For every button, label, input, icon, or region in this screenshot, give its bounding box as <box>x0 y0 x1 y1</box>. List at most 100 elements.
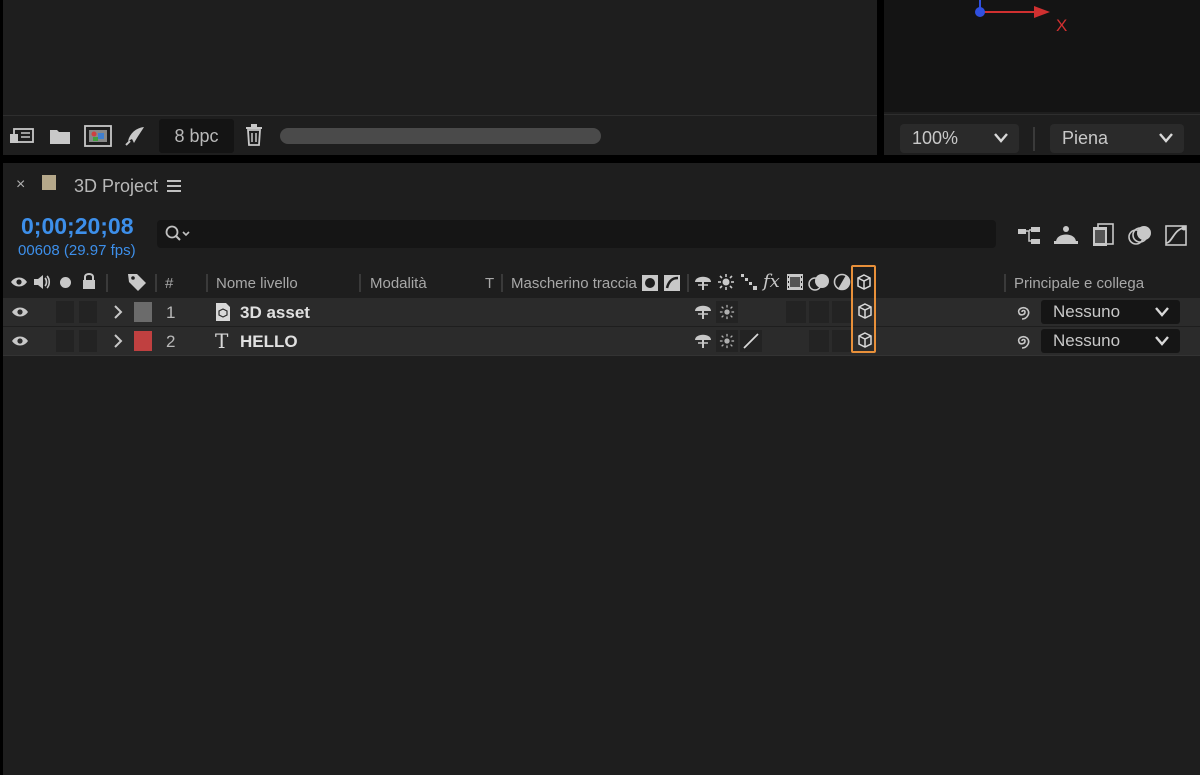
graph-editor-icon[interactable] <box>1163 222 1191 248</box>
layer-row[interactable]: 1 3D asset Nessuno <box>3 298 1200 326</box>
parent-value: Nessuno <box>1053 302 1121 321</box>
pick-whip-icon[interactable] <box>1012 302 1032 322</box>
motion-blur-icon[interactable] <box>1126 222 1154 248</box>
column-divider <box>155 274 157 292</box>
shy-icon <box>693 273 713 291</box>
quality-switch[interactable] <box>740 330 762 352</box>
project-scrollbar[interactable] <box>280 128 601 144</box>
motion-blur-column-icon <box>808 272 830 292</box>
collapse-transform-icon <box>717 273 735 291</box>
project-panel-divider <box>3 115 877 116</box>
layer-list-end-divider <box>3 355 1200 356</box>
quality-icon <box>740 273 758 291</box>
layer-search-input[interactable] <box>157 220 996 248</box>
search-icon <box>165 225 190 241</box>
collapse-transform-switch-icon <box>719 333 735 349</box>
collapse-transform-switch-icon <box>719 304 735 320</box>
column-divider <box>687 274 689 292</box>
solo-toggle[interactable] <box>56 301 74 323</box>
folder-icon[interactable] <box>47 124 73 148</box>
audio-speaker-icon <box>32 273 52 291</box>
close-tab-icon[interactable]: × <box>16 176 25 194</box>
lock-toggle[interactable] <box>79 330 97 352</box>
motion-blur-switch[interactable] <box>809 301 829 323</box>
layer-number: 2 <box>166 332 176 351</box>
layer-name[interactable]: 3D asset <box>240 303 310 323</box>
chevron-down-icon <box>994 133 1008 143</box>
adjustment-switch[interactable] <box>832 301 852 323</box>
column-parent: Principale e collega <box>1014 275 1145 292</box>
column-divider <box>359 274 361 292</box>
parent-dropdown[interactable]: Nessuno <box>1041 300 1180 324</box>
shy-switch-icon[interactable] <box>693 331 713 349</box>
visibility-eye-icon[interactable] <box>11 306 29 318</box>
chevron-down-icon <box>1159 133 1173 143</box>
chevron-right-icon[interactable] <box>113 305 123 319</box>
solo-icon <box>60 277 71 288</box>
label-color-swatch[interactable] <box>134 302 152 322</box>
axis-x-label: X <box>1056 16 1068 35</box>
video-eye-icon <box>10 274 28 290</box>
chevron-right-icon[interactable] <box>113 334 123 348</box>
composition-icon[interactable] <box>83 123 113 149</box>
composition-flowchart-icon[interactable] <box>1016 223 1044 249</box>
collapse-switch[interactable] <box>716 301 738 323</box>
shy-switch-icon[interactable] <box>693 302 713 320</box>
pick-whip-icon[interactable] <box>1012 331 1032 351</box>
3d-column-highlight <box>851 265 876 353</box>
viewer-canvas[interactable] <box>884 0 1200 112</box>
effects-icon: fx <box>763 271 780 292</box>
panel-menu-icon[interactable] <box>166 178 182 194</box>
parent-value: Nessuno <box>1053 331 1121 350</box>
bpc-button[interactable]: 8 bpc <box>159 119 234 153</box>
visibility-eye-icon[interactable] <box>11 335 29 347</box>
chevron-down-icon <box>1155 307 1169 317</box>
timeline-panel <box>3 163 1200 775</box>
column-divider <box>1004 274 1006 292</box>
zoom-value: 100% <box>912 128 959 148</box>
chevron-down-icon <box>1155 336 1169 346</box>
adjustment-switch[interactable] <box>832 330 852 352</box>
lock-toggle[interactable] <box>79 301 97 323</box>
frame-blending-icon[interactable] <box>1090 222 1116 248</box>
axis-gizmo-icon <box>975 0 1050 18</box>
column-mode: Modalità <box>370 275 427 292</box>
3d-asset-icon <box>216 303 230 321</box>
column-divider <box>501 274 503 292</box>
layer-number: 1 <box>166 303 176 322</box>
alpha-matte-icon <box>641 274 659 292</box>
column-track-matte: Mascherino traccia <box>511 275 637 292</box>
adjustment-layer-icon <box>833 273 851 291</box>
frame-blend-switch[interactable] <box>786 301 806 323</box>
column-t: T <box>485 275 495 292</box>
solo-toggle[interactable] <box>56 330 74 352</box>
resolution-value: Piena <box>1062 128 1109 148</box>
collapse-switch[interactable] <box>716 330 738 352</box>
layer-name[interactable]: HELLO <box>240 332 298 352</box>
text-layer-icon: T <box>215 329 229 353</box>
motion-blur-switch[interactable] <box>809 330 829 352</box>
interpret-footage-icon[interactable] <box>8 124 36 148</box>
viewer-divider <box>884 114 1200 115</box>
best-quality-icon <box>743 333 759 349</box>
label-tag-icon <box>126 272 148 292</box>
trash-icon[interactable] <box>243 123 265 147</box>
frame-info: 00608 (29.97 fps) <box>18 242 136 259</box>
invert-matte-icon <box>663 274 681 292</box>
column-number: # <box>165 275 174 292</box>
column-divider <box>106 274 108 292</box>
draft-3d-icon[interactable] <box>1052 222 1080 248</box>
viewer-toolbar-divider <box>1033 127 1035 151</box>
resolution-dropdown[interactable]: Piena <box>1050 124 1184 153</box>
render-queue-icon[interactable] <box>122 123 148 149</box>
current-timecode[interactable]: 0;00;20;08 <box>21 213 134 240</box>
tab-color-swatch <box>42 175 56 190</box>
composition-tab[interactable]: 3D Project <box>74 176 158 197</box>
zoom-dropdown[interactable]: 100% <box>900 124 1019 153</box>
parent-dropdown[interactable]: Nessuno <box>1041 329 1180 353</box>
frame-blend-column-icon <box>786 273 804 291</box>
label-color-swatch[interactable] <box>134 331 152 351</box>
layer-row[interactable]: 2 T HELLO Nessuno <box>3 327 1200 355</box>
column-layer-name[interactable]: Nome livello <box>216 275 298 292</box>
lock-icon <box>80 272 98 290</box>
